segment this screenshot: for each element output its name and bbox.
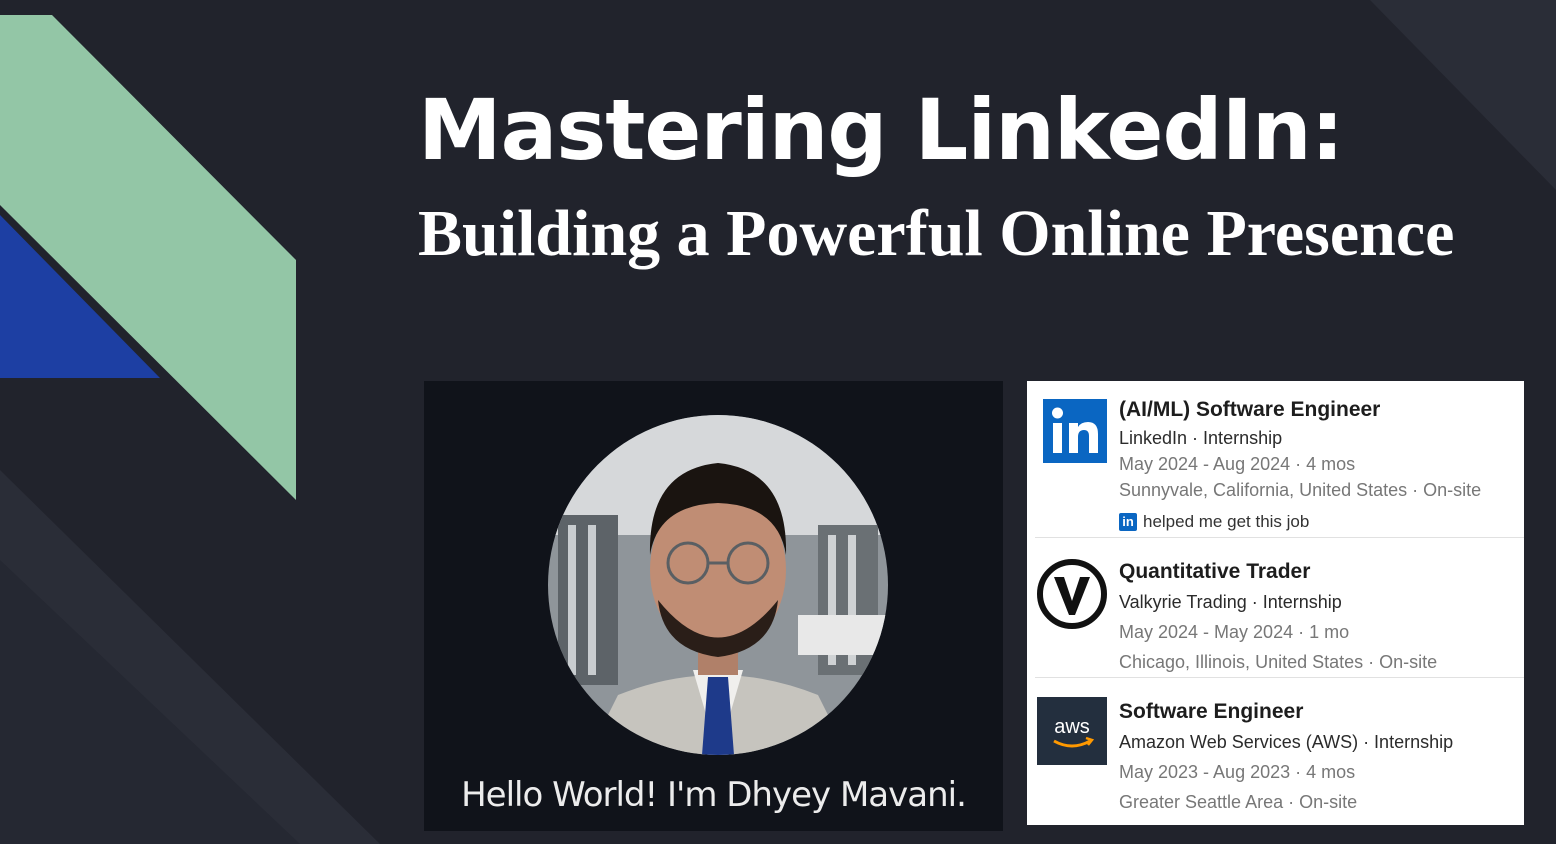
experience-company: Valkyrie Trading · Internship <box>1119 592 1342 612</box>
experience-item: (AI/ML) Software Engineer LinkedIn · Int… <box>1027 395 1524 537</box>
experience-role: Software Engineer <box>1119 700 1304 723</box>
experience-role: (AI/ML) Software Engineer <box>1119 398 1381 421</box>
experience-details: Software Engineer Amazon Web Services (A… <box>1119 697 1453 817</box>
profile-caption: Hello World! I'm Dhyey Mavani. <box>461 775 967 815</box>
corner-shape-dark <box>1370 0 1556 190</box>
experience-item: Quantitative Trader Valkyrie Trading · I… <box>1027 557 1524 677</box>
experience-company: Amazon Web Services (AWS) · Internship <box>1119 732 1454 752</box>
experience-company: LinkedIn · Internship <box>1119 428 1283 448</box>
experience-note: in helped me get this job <box>1119 509 1481 535</box>
experience-location: Sunnyvale, California, United States · O… <box>1119 480 1482 500</box>
experience-location: Greater Seattle Area · On-site <box>1119 792 1358 812</box>
experience-dates: May 2024 - Aug 2024 · 4 mos <box>1119 454 1356 474</box>
experience-panel: (AI/ML) Software Engineer LinkedIn · Int… <box>1027 381 1524 825</box>
slide-subtitle: Building a Powerful Online Presence <box>418 197 1455 270</box>
valkyrie-logo-icon <box>1037 559 1107 629</box>
mint-accent-shape <box>0 15 296 500</box>
experience-dates: May 2024 - May 2024 · 1 mo <box>1119 622 1350 642</box>
profile-photo-panel: Hello World! I'm Dhyey Mavani. <box>424 381 1003 831</box>
svg-text:aws: aws <box>1054 716 1090 738</box>
experience-dates: May 2023 - Aug 2023 · 4 mos <box>1119 762 1356 782</box>
experience-details: (AI/ML) Software Engineer LinkedIn · Int… <box>1119 395 1481 535</box>
slide-title: Mastering LinkedIn: <box>418 81 1344 179</box>
experience-note-text: helped me get this job <box>1143 512 1310 531</box>
aws-logo-icon: aws <box>1037 697 1107 765</box>
divider <box>1035 537 1524 538</box>
linkedin-logo-icon <box>1043 399 1107 463</box>
divider <box>1035 677 1524 678</box>
linkedin-small-icon: in <box>1119 513 1137 531</box>
experience-role: Quantitative Trader <box>1119 560 1311 583</box>
profile-avatar <box>548 415 888 755</box>
experience-item: aws Software Engineer Amazon Web Service… <box>1027 697 1524 817</box>
experience-location: Chicago, Illinois, United States · On-si… <box>1119 652 1438 672</box>
experience-details: Quantitative Trader Valkyrie Trading · I… <box>1119 557 1437 677</box>
